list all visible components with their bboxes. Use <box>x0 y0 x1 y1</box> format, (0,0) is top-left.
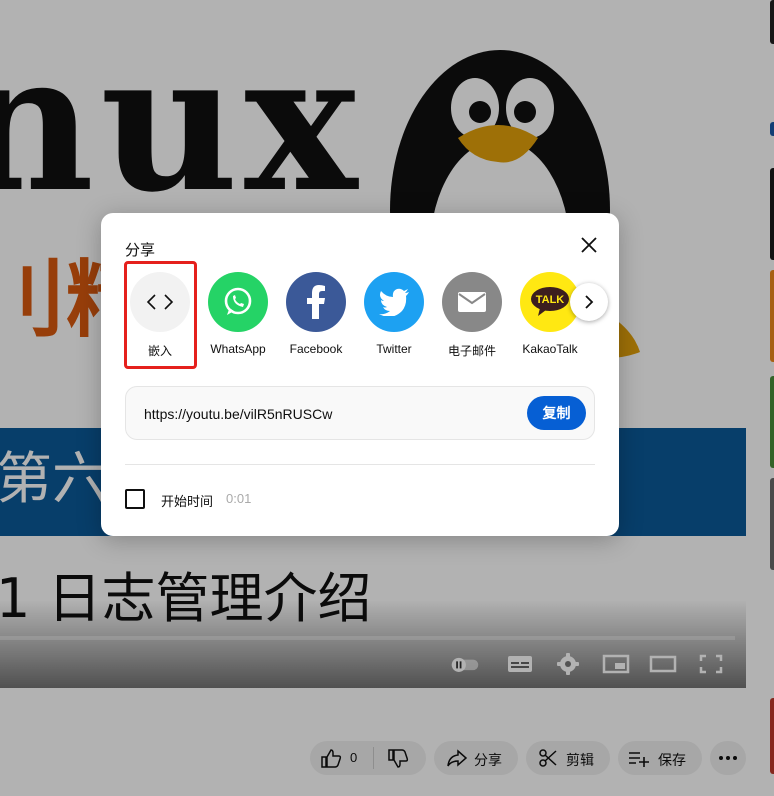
copy-button[interactable]: 复制 <box>527 396 586 430</box>
share-next-button[interactable] <box>570 283 608 321</box>
share-target-twitter[interactable]: Twitter <box>362 272 426 356</box>
start-time-checkbox[interactable] <box>125 489 145 509</box>
share-link-text[interactable]: https://youtu.be/vilR5nRUSCw <box>144 406 332 422</box>
facebook-icon <box>286 272 346 332</box>
start-time-value[interactable]: 0:01 <box>226 491 251 506</box>
svg-text:TALK: TALK <box>536 294 565 306</box>
share-target-label: 电子邮件 <box>447 344 496 358</box>
whatsapp-icon <box>208 272 268 332</box>
share-target-label: Facebook <box>289 342 343 356</box>
share-target-email[interactable]: 电子邮件 <box>440 272 504 359</box>
share-dialog-title: 分享 <box>125 242 156 259</box>
embed-highlight-box <box>124 261 197 369</box>
twitter-icon <box>364 272 424 332</box>
share-dialog: 分享 嵌入 WhatsApp Facebook Twitter 电子邮件 TAL… <box>101 213 619 536</box>
close-icon[interactable] <box>577 233 601 257</box>
share-target-label: Twitter <box>376 342 412 356</box>
share-target-kakaotalk[interactable]: TALK KakaoTalk <box>518 272 582 356</box>
chevron-right-icon <box>585 295 594 309</box>
share-link-box: https://youtu.be/vilR5nRUSCw 复制 <box>125 386 595 440</box>
share-target-label: KakaoTalk <box>522 342 578 356</box>
start-time-label: 开始时间 <box>161 494 214 509</box>
email-icon <box>442 272 502 332</box>
share-target-whatsapp[interactable]: WhatsApp <box>206 272 270 356</box>
share-target-label: WhatsApp <box>210 342 266 356</box>
dialog-divider <box>125 464 595 465</box>
share-target-facebook[interactable]: Facebook <box>284 272 348 356</box>
